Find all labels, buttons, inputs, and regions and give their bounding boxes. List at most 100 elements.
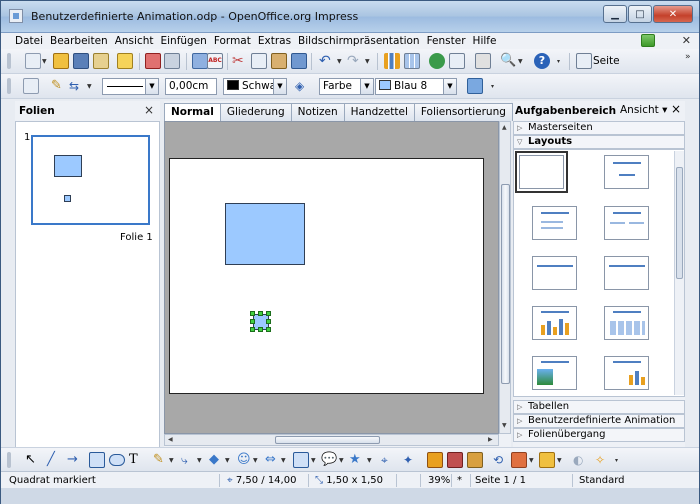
new-dropdown-icon[interactable]: ▼ (42, 58, 47, 65)
toolbar-options-icon[interactable]: ▾ (557, 58, 560, 65)
fill-type-dropdown-icon[interactable]: ▼ (360, 79, 373, 94)
layout-text-chart[interactable] (604, 356, 649, 390)
gallery-icon[interactable] (475, 53, 491, 69)
chart-icon[interactable] (384, 53, 400, 69)
tab-gliederung[interactable]: Gliederung (219, 103, 292, 121)
layout-chart[interactable] (532, 306, 577, 340)
gallery-tool-icon[interactable] (447, 452, 463, 468)
select-pointer-icon[interactable]: ↖ (25, 452, 41, 468)
extrusion-icon[interactable] (467, 452, 483, 468)
layout-table[interactable] (604, 306, 649, 340)
arrow-style-icon[interactable]: ⇆ (69, 78, 85, 94)
basic-shapes-icon[interactable]: ◆ (209, 452, 225, 468)
spellcheck-icon[interactable] (192, 53, 208, 69)
slide-button-label[interactable]: Seite (593, 55, 620, 67)
section-layouts[interactable]: Layouts (513, 135, 685, 149)
menu-einfuegen[interactable]: Einfügen (161, 35, 207, 47)
scroll-right-icon[interactable]: ▶ (488, 436, 493, 443)
zoom-icon[interactable]: 🔍 (500, 53, 516, 69)
cut-icon[interactable]: ✂ (232, 53, 248, 69)
selection-handle[interactable] (258, 311, 263, 316)
rectangle-shape[interactable] (225, 203, 305, 265)
task-pane-view-menu[interactable]: Ansicht ▾ (620, 104, 667, 116)
text-tool-icon[interactable]: T (129, 452, 145, 468)
align-dropdown-icon[interactable]: ▼ (529, 457, 534, 464)
task-pane-close-icon[interactable]: × (671, 102, 681, 116)
display-grid-icon[interactable] (449, 53, 465, 69)
line-icon[interactable]: ✎ (51, 78, 67, 94)
arrange-icon[interactable] (539, 452, 555, 468)
layout-title-only[interactable] (604, 155, 649, 189)
menu-hilfe[interactable]: Hilfe (473, 35, 497, 47)
save-icon[interactable] (73, 53, 89, 69)
callout-icon[interactable]: 💬 (321, 452, 337, 468)
layout-centered-text[interactable] (604, 256, 649, 290)
basic-shapes-dropdown-icon[interactable]: ▼ (225, 457, 230, 464)
menu-fenster[interactable]: Fenster (427, 35, 466, 47)
undo-icon[interactable]: ↶ (319, 53, 335, 69)
section-benutzerdefinierte-animation[interactable]: Benutzerdefinierte Animation (513, 414, 685, 428)
menu-extras[interactable]: Extras (258, 35, 291, 47)
curve-dropdown-icon[interactable]: ▼ (169, 457, 174, 464)
scroll-up-icon[interactable]: ▲ (502, 124, 507, 131)
layout-title-bar[interactable] (532, 256, 577, 290)
from-file-icon[interactable] (427, 452, 443, 468)
help-icon[interactable]: ? (534, 53, 550, 69)
stars-icon[interactable]: ★ (349, 452, 365, 468)
selection-handle[interactable] (266, 327, 271, 332)
maximize-button[interactable]: □ (628, 5, 652, 23)
layouts-scroll-thumb[interactable] (676, 167, 683, 279)
navigator-icon[interactable] (429, 53, 445, 69)
area-icon[interactable]: ◈ (295, 78, 311, 94)
fill-color-dropdown-icon[interactable]: ▼ (443, 79, 456, 94)
redo-dropdown-icon[interactable]: ▼ (365, 58, 370, 65)
selection-handle[interactable] (250, 319, 255, 324)
update-icon[interactable] (641, 34, 655, 47)
new-document-icon[interactable] (25, 53, 41, 69)
rotate-icon[interactable]: ⟲ (493, 452, 509, 468)
toolbar-grip[interactable] (7, 452, 11, 468)
slide-canvas[interactable] (164, 121, 499, 434)
paste-icon[interactable] (271, 53, 287, 69)
title-bar[interactable]: Benutzerdefinierte Animation.odp - OpenO… (1, 1, 699, 33)
tab-handzettel[interactable]: Handzettel (343, 103, 415, 121)
vertical-scrollbar[interactable]: ▲ ▼ (499, 121, 511, 434)
menu-format[interactable]: Format (214, 35, 251, 47)
line-style-dropdown-icon[interactable]: ▼ (145, 79, 158, 94)
status-zoom[interactable]: 39% (424, 474, 452, 487)
selection-handle[interactable] (266, 311, 271, 316)
layout-picture-text[interactable] (532, 356, 577, 390)
slides-panel-close-icon[interactable]: × (144, 103, 154, 117)
flowchart-dropdown-icon[interactable]: ▼ (311, 457, 316, 464)
tab-normal[interactable]: Normal (164, 103, 221, 122)
vertical-scroll-thumb[interactable] (501, 184, 510, 384)
line-width-field[interactable]: 0,00cm (165, 78, 217, 95)
close-document-icon[interactable]: ✕ (682, 34, 691, 47)
connector-tool-icon[interactable]: ⤷ (181, 452, 197, 468)
close-window-button[interactable]: ✕ (653, 5, 693, 23)
toolbar-grip[interactable] (7, 78, 11, 94)
copy-icon[interactable] (251, 53, 267, 69)
connector-dropdown-icon[interactable]: ▼ (197, 457, 202, 464)
zoom-dropdown-icon[interactable]: ▼ (518, 58, 523, 65)
fill-type-select[interactable]: Farbe ▼ (319, 78, 374, 95)
line-color-dropdown-icon[interactable]: ▼ (273, 79, 286, 94)
menu-bearbeiten[interactable]: Bearbeiten (50, 35, 108, 47)
slide-icon[interactable] (576, 53, 592, 69)
export-pdf-icon[interactable] (145, 53, 161, 69)
stars-dropdown-icon[interactable]: ▼ (367, 457, 372, 464)
tab-notizen[interactable]: Notizen (290, 103, 345, 121)
selection-handle[interactable] (266, 319, 271, 324)
arrange-dropdown-icon[interactable]: ▼ (557, 457, 562, 464)
layout-title-content[interactable] (532, 206, 577, 240)
scroll-down-icon[interactable]: ▼ (502, 422, 507, 429)
style-icon[interactable] (23, 78, 39, 94)
slide-thumbnail[interactable] (31, 135, 150, 225)
fontwork-icon[interactable]: ✦ (403, 452, 419, 468)
glue-points-icon[interactable]: ✧ (595, 452, 611, 468)
menu-ansicht[interactable]: Ansicht (115, 35, 154, 47)
table-icon[interactable] (404, 53, 420, 69)
open-icon[interactable] (53, 53, 69, 69)
selection-handle[interactable] (258, 327, 263, 332)
selection-handle[interactable] (250, 311, 255, 316)
